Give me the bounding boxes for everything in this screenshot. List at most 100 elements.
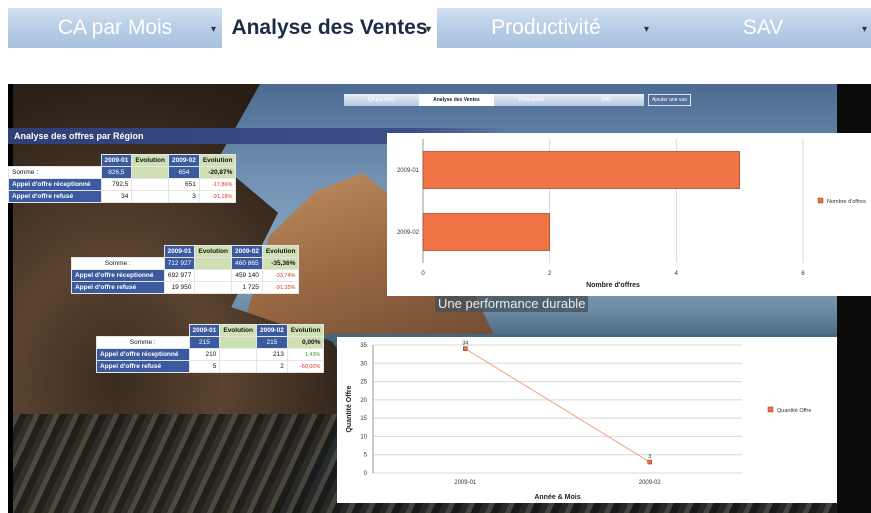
sum-cell: 0,00% [286, 336, 325, 349]
cell: 19 950 [163, 281, 196, 294]
x-tick-label: 6 [801, 271, 805, 277]
data-label: 3 [648, 454, 651, 460]
cell [194, 281, 232, 294]
bar [422, 213, 550, 251]
add-view-button[interactable]: Ajouter une vue [648, 94, 692, 106]
column-header: 2009-02 [230, 245, 263, 258]
row-label: Appel d'offre refusé [71, 281, 165, 294]
sum-label: Somme : [96, 336, 190, 349]
table-row: Appel d'offre réceptionné 792,5 651 -17,… [8, 178, 237, 191]
table-row: Appel d'offre réceptionné 692 977 459 14… [71, 269, 300, 282]
sum-cell: 215 [188, 336, 221, 349]
column-header: Evolution [286, 324, 325, 337]
tab-analyse-des-ventes[interactable]: Analyse des Ventes ▾ [222, 8, 437, 48]
table-row: Appel d'offre refusé 5 2 -60,00% [96, 360, 325, 373]
mini-tab-analyse-des-ventes[interactable]: Analyse des Ventes [419, 94, 494, 106]
column-header: Evolution [261, 245, 300, 258]
table-row: Appel d'offre refusé 19 950 1 725 -91,35… [71, 281, 300, 294]
tab-productivite[interactable]: Productivité ▾ [437, 8, 655, 48]
y-tick-label: 10 [360, 434, 367, 440]
bar [422, 151, 740, 189]
pivot-table-1: 2009-01 Evolution 2009-02 Evolution Somm… [8, 154, 237, 203]
tab-sav[interactable]: SAV ▾ [655, 8, 871, 48]
x-axis-label: Année & Mois [534, 494, 580, 501]
column-header: 2009-02 [255, 324, 288, 337]
sum-cell: 654 [167, 166, 200, 179]
x-tick-label: 0 [421, 271, 425, 277]
bar-chart-panel: 0 2 4 6 2009-01 2009-02 Nombre d'offres Nombre … [387, 133, 871, 296]
cell: 1 725 [230, 281, 263, 294]
legend-label: Quantité Offre [777, 408, 811, 414]
cell: -91,35% [261, 281, 300, 294]
y-axis-label: Quantité Offre [346, 385, 353, 432]
chevron-down-icon[interactable]: ▾ [426, 24, 431, 35]
row-label: Appel d'offre refusé [8, 190, 102, 203]
cell [131, 190, 169, 203]
sum-cell: 215 [255, 336, 288, 349]
y-tick-label: 15 [360, 416, 367, 422]
sum-cell: -20,87% [198, 166, 237, 179]
sum-label: Somme : [8, 166, 102, 179]
cell: 651 [167, 178, 200, 191]
cell: -60,00% [286, 360, 325, 373]
mini-tab-sav[interactable]: SAV [569, 94, 644, 106]
mini-tab-ca-par-mois[interactable]: CA par Mois [344, 94, 419, 106]
sum-cell: 460 865 [230, 257, 263, 270]
cell: 3 [167, 190, 200, 203]
tab-ca-par-mois[interactable]: CA par Mois ▾ [8, 8, 222, 48]
y-tick-label: 35 [360, 343, 367, 349]
row-label: Appel d'offre réceptionné [71, 269, 165, 282]
cell: 34 [100, 190, 133, 203]
frame-edge [8, 84, 13, 513]
sum-cell [194, 257, 232, 270]
legend-label: Nombre d'offres [827, 199, 866, 205]
row-label: Appel d'offre refusé [96, 360, 190, 373]
chevron-down-icon[interactable]: ▾ [644, 24, 649, 35]
cell: 2 [255, 360, 288, 373]
row-label: Appel d'offre réceptionné [8, 178, 102, 191]
data-point [647, 459, 652, 465]
y-tick-label: 2009-01 [397, 168, 420, 174]
cell [219, 348, 257, 361]
column-header: Evolution [194, 245, 232, 258]
sum-cell: 826,5 [100, 166, 133, 179]
cell: 213 [255, 348, 288, 361]
column-header: Evolution [131, 154, 169, 167]
bar-chart: 0 2 4 6 2009-01 2009-02 Nombre d'offres Nombre … [397, 139, 866, 289]
cell: 210 [188, 348, 221, 361]
chevron-down-icon[interactable]: ▾ [862, 24, 867, 35]
y-tick-label: 30 [360, 361, 367, 367]
cell [194, 269, 232, 282]
line-chart: 0 5 10 15 20 25 30 35 34 2009-01 3 2009-02 Année & M… [346, 341, 811, 501]
sum-label: Somme : [71, 257, 165, 270]
cell [219, 360, 257, 373]
tab-label: Productivité [491, 16, 601, 39]
top-navigation-bar: CA par Mois ▾ Analyse des Ventes ▾ Produ… [8, 8, 871, 48]
line-chart-panel: 0 5 10 15 20 25 30 35 34 2009-01 3 2009-02 Année & M… [337, 337, 837, 503]
column-header: 2009-02 [167, 154, 200, 167]
table-row: Appel d'offre refusé 34 3 -91,18% [8, 190, 237, 203]
mini-tab-productivite[interactable]: Productivité [494, 94, 569, 106]
legend-swatch [817, 197, 824, 204]
data-point [463, 346, 468, 351]
y-tick-label: 25 [360, 380, 367, 386]
column-header: 2009-01 [100, 154, 133, 167]
cell: 692 977 [163, 269, 196, 282]
cell: 792,5 [100, 178, 133, 191]
tab-label: CA par Mois [57, 16, 173, 39]
column-header: Evolution [198, 154, 237, 167]
pivot-table-2: 2009-01 Evolution 2009-02 Evolution Somm… [71, 245, 300, 294]
cell: -91,18% [198, 190, 237, 203]
x-axis-label: Nombre d'offres [586, 282, 640, 289]
tagline: Une performance durable [435, 296, 589, 312]
chevron-down-icon[interactable]: ▾ [211, 24, 216, 35]
dashboard-canvas: CA par Mois Analyse des Ventes Productiv… [8, 84, 871, 513]
sum-cell: 712 927 [163, 257, 196, 270]
tab-label: SAV [742, 16, 784, 39]
embedded-tab-bar: CA par Mois Analyse des Ventes Productiv… [344, 94, 644, 106]
x-tick-label: 2009-02 [639, 480, 662, 486]
cell [131, 178, 169, 191]
cell: -33,74% [261, 269, 300, 282]
tab-label: Analyse des Ventes [231, 16, 428, 39]
x-tick-label: 4 [675, 271, 679, 277]
